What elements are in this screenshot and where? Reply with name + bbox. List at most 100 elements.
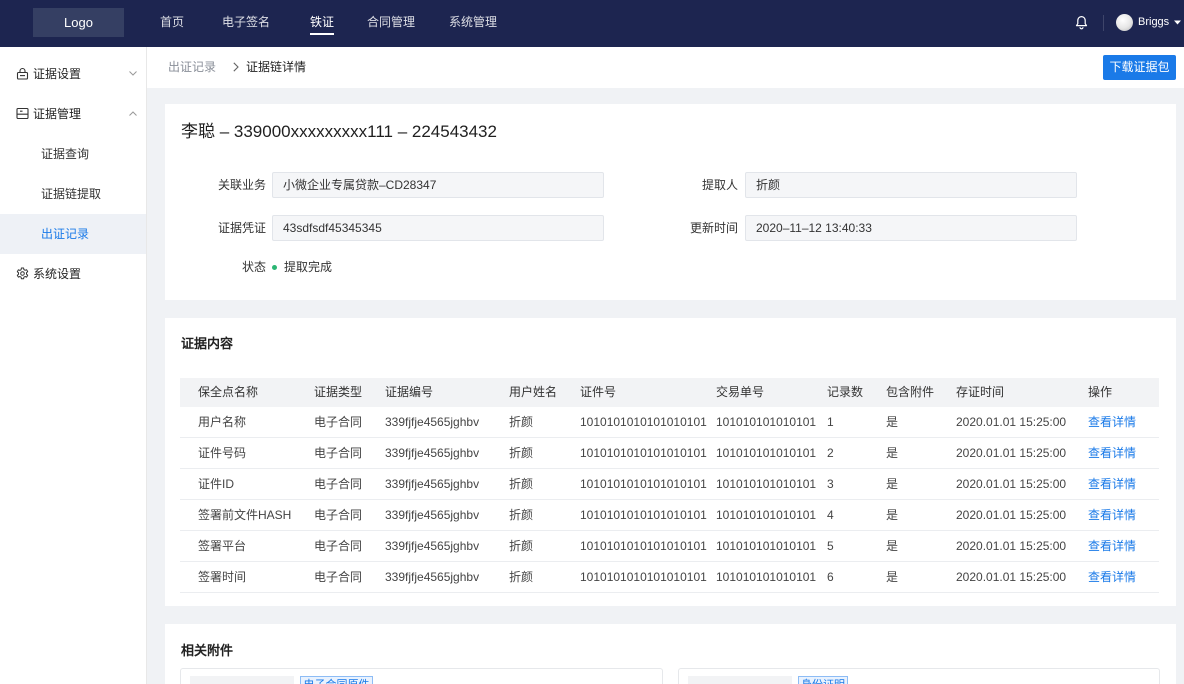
cell-stored-time: 2020.01.01 15:25:00 [956,446,1067,460]
breadcrumb-current-page: 证据链详情 [246,60,307,74]
cell-stored-time: 2020.01.01 15:25:00 [956,415,1067,429]
section-title: 证据内容 [181,336,234,351]
cell-evidence-code: 339fjfje4565jghbv [385,508,480,522]
cell-evidence-code: 339fjfje4565jghbv [385,539,480,553]
table-row: 证件号码 电子合同 339fjfje4565jghbv 折颜 101010101… [180,438,1159,469]
sidebar-item-label: 系统设置 [33,267,82,281]
column-header-trade-number: 交易单号 [716,385,765,399]
cell-id-number: 1010101010101010101 [580,415,707,429]
caret-down-icon [1174,20,1181,25]
cell-stored-time: 2020.01.01 15:25:00 [956,570,1067,584]
nav-evidence[interactable]: 铁证 [310,0,335,47]
sidebar-item-evidence-management[interactable]: 证据管理 [0,94,146,134]
sidebar-item-system-settings[interactable]: 系统设置 [0,254,146,294]
view-details-link[interactable]: 查看详情 [1088,570,1136,584]
cell-evidence-type: 电子合同 [314,415,363,429]
breadcrumb-issue-records[interactable]: 出证记录 [168,47,216,87]
cell-trade-number: 101010101010101 [716,415,817,429]
header-divider [1103,15,1104,31]
cell-evidence-type: 电子合同 [314,539,363,553]
cell-evidence-code: 339fjfje4565jghbv [385,477,480,491]
section-title: 相关附件 [181,643,234,658]
column-header-id-number: 证件号 [580,385,617,399]
table-header: 保全点名称 证据类型 证据编号 用户姓名 证件号 交易单号 记录数 包含附件 存… [180,378,1159,407]
cell-trade-number: 101010101010101 [716,570,817,584]
attachment-item[interactable]: 身份证明 [678,668,1160,684]
cell-record-count: 2 [827,446,834,460]
attachments-card: 相关附件 电子合同原件 身份证明 [165,624,1176,684]
cell-checkpoint-name: 签署前文件HASH [198,508,292,522]
sidebar-item-evidence-query[interactable]: 证据查询 [0,134,146,174]
logo: Logo [33,8,124,37]
attachment-thumbnail [688,676,792,684]
column-header-checkpoint-name: 保全点名称 [198,385,259,399]
cell-record-count: 6 [827,570,834,584]
attachment-tag: 身份证明 [798,676,848,684]
sidebar-item-label: 证据管理 [33,107,82,121]
sidebar-item-label: 出证记录 [41,227,90,241]
cell-has-attachment: 是 [886,539,899,553]
user-name: Briggs [1138,16,1170,28]
cell-id-number: 1010101010101010101 [580,446,707,460]
cell-has-attachment: 是 [886,415,899,429]
view-details-link[interactable]: 查看详情 [1088,539,1136,553]
cell-actions: 查看详情 [1088,469,1159,499]
nav-home[interactable]: 首页 [160,0,184,47]
cell-record-count: 5 [827,539,834,553]
related-business-field: 小微企业专属贷款–CD28347 [272,172,604,198]
cell-checkpoint-name: 签署时间 [198,570,247,584]
evidence-table: 保全点名称 证据类型 证据编号 用户姓名 证件号 交易单号 记录数 包含附件 存… [180,378,1159,593]
nav-system-management[interactable]: 系统管理 [449,0,497,47]
cell-user-name: 折颜 [509,477,534,491]
field-label-evidence-voucher: 证据凭证 [217,221,266,235]
detail-card: 李聪 – 339000xxxxxxxxx111 – 224543432 关联业务… [165,104,1176,300]
cell-evidence-code: 339fjfje4565jghbv [385,446,480,460]
cell-id-number: 1010101010101010101 [580,570,707,584]
column-header-actions: 操作 [1088,385,1113,399]
view-details-link[interactable]: 查看详情 [1088,415,1136,429]
status-dot [272,265,277,270]
evidence-content-card: 证据内容 保全点名称 证据类型 证据编号 用户姓名 证件号 交易单号 记录数 包… [165,318,1176,606]
table-row: 用户名称 电子合同 339fjfje4565jghbv 折颜 101010101… [180,407,1159,438]
cell-stored-time: 2020.01.01 15:25:00 [956,477,1067,491]
sidebar: 证据设置 证据管理 证据查询 证据链提取 出证记录 系统设置 [0,47,147,684]
sidebar-item-evidence-settings[interactable]: 证据设置 [0,54,146,94]
field-label-update-time: 更新时间 [689,221,738,235]
cell-actions: 查看详情 [1088,562,1159,592]
view-details-link[interactable]: 查看详情 [1088,508,1136,522]
table-row: 签署前文件HASH 电子合同 339fjfje4565jghbv 折颜 1010… [180,500,1159,531]
column-header-user-name: 用户姓名 [509,385,558,399]
cell-actions: 查看详情 [1088,500,1159,530]
attachment-tag: 电子合同原件 [300,676,373,684]
extractor-field: 折颜 [745,172,1077,198]
bell-icon[interactable] [1075,15,1088,30]
field-label-status: 状态 [241,260,266,274]
column-header-evidence-code: 证据编号 [385,385,434,399]
view-details-link[interactable]: 查看详情 [1088,446,1136,460]
cell-has-attachment: 是 [886,508,899,522]
attachment-item[interactable]: 电子合同原件 [180,668,663,684]
gear-icon [16,267,29,280]
cell-stored-time: 2020.01.01 15:25:00 [956,539,1067,553]
column-header-record-count: 记录数 [827,385,864,399]
table-row: 签署平台 电子合同 339fjfje4565jghbv 折颜 101010101… [180,531,1159,562]
avatar [1116,14,1133,31]
nav-contract-management[interactable]: 合同管理 [367,0,415,47]
cell-trade-number: 101010101010101 [716,508,817,522]
cell-actions: 查看详情 [1088,531,1159,561]
cell-evidence-type: 电子合同 [314,477,363,491]
view-details-link[interactable]: 查看详情 [1088,477,1136,491]
cell-has-attachment: 是 [886,446,899,460]
chevron-up-icon [129,111,137,116]
table-row: 证件ID 电子合同 339fjfje4565jghbv 折颜 101010101… [180,469,1159,500]
cell-record-count: 4 [827,508,834,522]
cell-evidence-code: 339fjfje4565jghbv [385,415,480,429]
user-menu[interactable]: Briggs [1114,0,1184,47]
nav-e-signature[interactable]: 电子签名 [222,0,270,47]
column-header-evidence-type: 证据类型 [314,385,363,399]
cell-evidence-code: 339fjfje4565jghbv [385,570,480,584]
sidebar-item-issue-records[interactable]: 出证记录 [0,214,146,254]
download-evidence-package-button[interactable]: 下载证据包 [1103,55,1176,80]
sidebar-item-evidence-chain-extract[interactable]: 证据链提取 [0,174,146,214]
page-title: 李聪 – 339000xxxxxxxxx111 – 224543432 [181,122,497,141]
